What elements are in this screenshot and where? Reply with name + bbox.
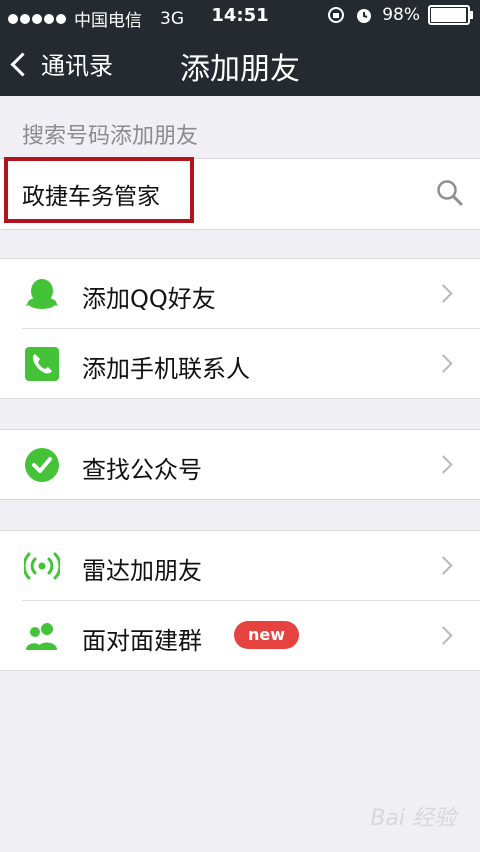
list-item-find-official-account[interactable]: 查找公众号 (0, 430, 480, 499)
list-item-label: 雷达加朋友 (82, 557, 202, 585)
qq-penguin-icon (26, 279, 58, 309)
status-right: 98% (326, 5, 473, 25)
list-item-radar-add[interactable]: 雷达加朋友 (0, 531, 480, 600)
new-badge: new (234, 621, 300, 649)
nav-bar: 通讯录 添加朋友 (0, 32, 480, 96)
page-title: 添加朋友 (180, 52, 300, 87)
search-section-label: 搜索号码添加朋友 (22, 124, 199, 149)
group-people-icon (26, 623, 57, 650)
add-friend-group-3: 雷达加朋友 面对面建群 new (0, 530, 480, 671)
rotation-lock-icon (328, 7, 345, 23)
watermark: Bai 经验 (370, 806, 456, 831)
chevron-right-icon (434, 626, 453, 645)
add-friend-group-1: 添加QQ好友 添加手机联系人 (0, 258, 480, 399)
chevron-right-icon (434, 556, 453, 575)
battery-icon (428, 5, 473, 25)
list-item-label: 添加QQ好友 (82, 285, 216, 313)
chevron-right-icon (434, 284, 453, 303)
phone-contacts-icon (25, 347, 59, 381)
search-icon[interactable] (436, 179, 464, 207)
list-item-add-phone-contacts[interactable]: 添加手机联系人 (22, 328, 480, 398)
list-item-label: 添加手机联系人 (82, 355, 250, 383)
radar-icon (24, 552, 60, 580)
search-input[interactable]: 政捷车务管家 (22, 177, 160, 211)
chevron-right-icon (434, 455, 453, 474)
list-item-face-to-face-group[interactable]: 面对面建群 new (22, 600, 480, 670)
search-row[interactable]: 政捷车务管家 (0, 157, 480, 230)
status-bar: 中国电信 3G 14:51 98% (0, 0, 480, 32)
alarm-clock-icon (357, 9, 372, 23)
list-item-label: 面对面建群 (82, 627, 202, 655)
add-friend-group-2: 查找公众号 (0, 429, 480, 500)
official-account-check-icon (25, 448, 59, 482)
chevron-right-icon (434, 354, 453, 373)
list-item-label: 查找公众号 (82, 456, 202, 484)
battery-percent: 98% (382, 5, 420, 25)
list-item-add-qq[interactable]: 添加QQ好友 (0, 259, 480, 328)
